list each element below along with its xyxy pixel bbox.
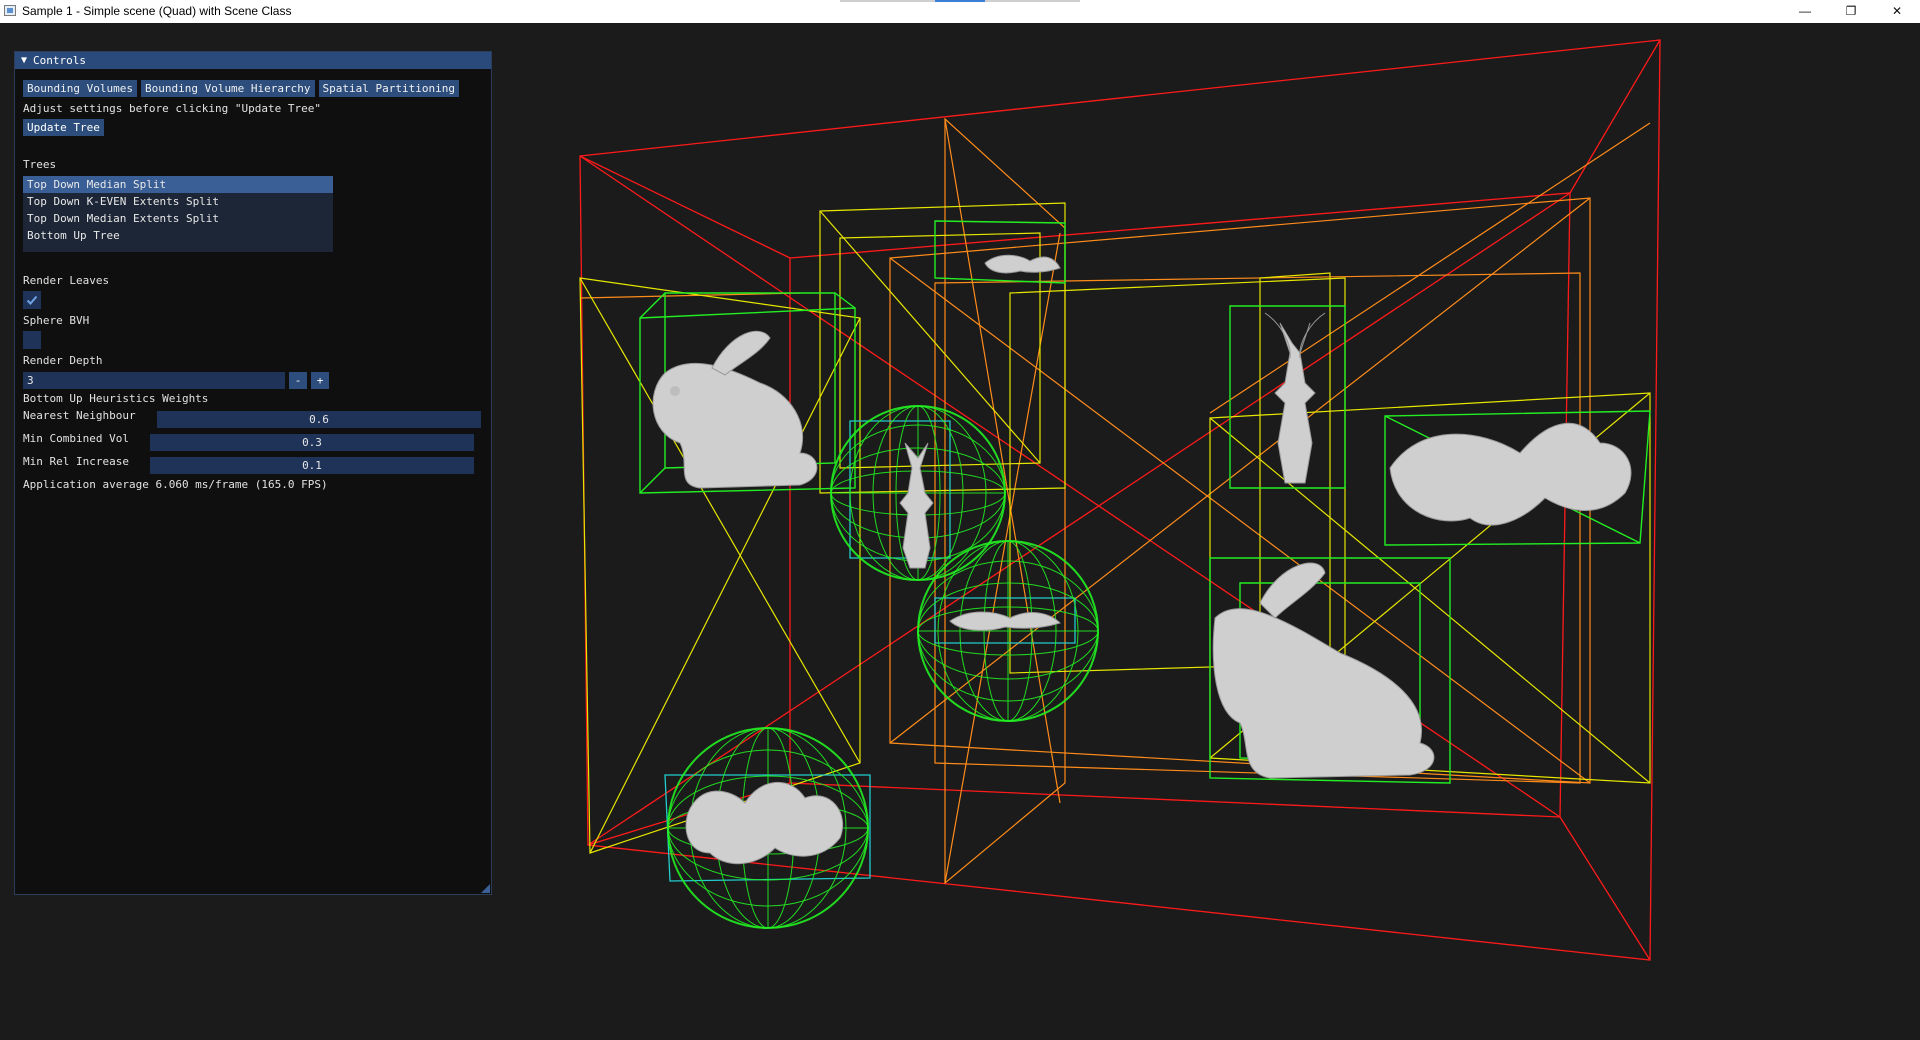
tab-bounding-volume-hierarchy[interactable]: Bounding Volume Hierarchy [140, 80, 315, 97]
minimize-icon: — [1799, 4, 1811, 18]
tab-bounding-volumes[interactable]: Bounding Volumes [23, 80, 137, 97]
nearest-neighbour-slider[interactable]: 0.6 [157, 411, 481, 428]
min-combined-vol-slider[interactable]: 0.3 [150, 434, 474, 451]
controls-panel-header[interactable]: ▼ Controls [15, 52, 491, 69]
bunny-model-right [1212, 562, 1435, 779]
min-rel-increase-label: Min Rel Increase [23, 455, 129, 468]
render-leaves-checkbox[interactable] [23, 291, 41, 309]
checkmark-icon [26, 295, 38, 305]
render-depth-increment-button[interactable]: + [311, 372, 329, 389]
tree-item-top-down-k-even[interactable]: Top Down K-EVEN Extents Split [23, 193, 333, 210]
window-titlebar: Sample 1 - Simple scene (Quad) with Scen… [0, 0, 1920, 24]
render-leaves-label: Render Leaves [23, 274, 110, 287]
wavy-surface-model [1389, 422, 1632, 526]
titlebar-grip-left [840, 0, 935, 2]
close-button[interactable]: ✕ [1874, 0, 1920, 22]
angel-statue-model-right [1264, 312, 1326, 484]
sphere-bvh-label: Sphere BVH [23, 314, 90, 327]
titlebar-grip-right [985, 0, 1080, 2]
render-depth-decrement-button[interactable]: - [289, 372, 307, 389]
restore-icon: ❐ [1845, 4, 1857, 18]
tree-item-top-down-median-extents[interactable]: Top Down Median Extents Split [23, 210, 333, 227]
maximize-button[interactable]: ❐ [1828, 0, 1874, 22]
tab-bar: Bounding Volumes Bounding Volume Hierarc… [23, 80, 459, 97]
dragon-model [984, 254, 1061, 274]
nearest-neighbour-label: Nearest Neighbour [23, 409, 136, 422]
resize-grip-icon[interactable] [481, 884, 490, 893]
dragon-model-center [949, 611, 1061, 631]
bunny-model-left [652, 330, 818, 489]
app-icon [4, 5, 16, 16]
triangle-down-icon[interactable]: ▼ [21, 55, 27, 66]
close-icon: ✕ [1891, 4, 1903, 18]
min-rel-increase-slider[interactable]: 0.1 [150, 457, 474, 474]
titlebar-grip-center [935, 0, 985, 2]
fps-readout: Application average 6.060 ms/frame (165.… [23, 478, 328, 491]
tree-item-top-down-median[interactable]: Top Down Median Split [23, 176, 333, 193]
tab-spatial-partitioning[interactable]: Spatial Partitioning [318, 80, 459, 97]
wavy-surface-model-small [685, 782, 844, 865]
controls-panel-title: Controls [33, 54, 87, 67]
render-depth-label: Render Depth [23, 354, 103, 367]
instruction-text: Adjust settings before clicking "Update … [23, 102, 322, 115]
sphere-bvh-checkbox[interactable] [23, 331, 41, 349]
angel-statue-model-left [899, 442, 934, 569]
minimize-button[interactable]: — [1782, 0, 1828, 22]
update-tree-button[interactable]: Update Tree [23, 119, 104, 136]
controls-panel: ▼ Controls Bounding Volumes Bounding Vol… [14, 51, 492, 895]
heuristics-label: Bottom Up Heuristics Weights [23, 392, 209, 405]
trees-listbox: Top Down Median Split Top Down K-EVEN Ex… [23, 176, 333, 252]
render-depth-input[interactable]: 3 [23, 372, 285, 389]
trees-label: Trees [23, 158, 57, 171]
min-combined-vol-label: Min Combined Vol [23, 432, 129, 445]
window-title: Sample 1 - Simple scene (Quad) with Scen… [22, 4, 292, 18]
tree-item-bottom-up[interactable]: Bottom Up Tree [23, 227, 333, 244]
